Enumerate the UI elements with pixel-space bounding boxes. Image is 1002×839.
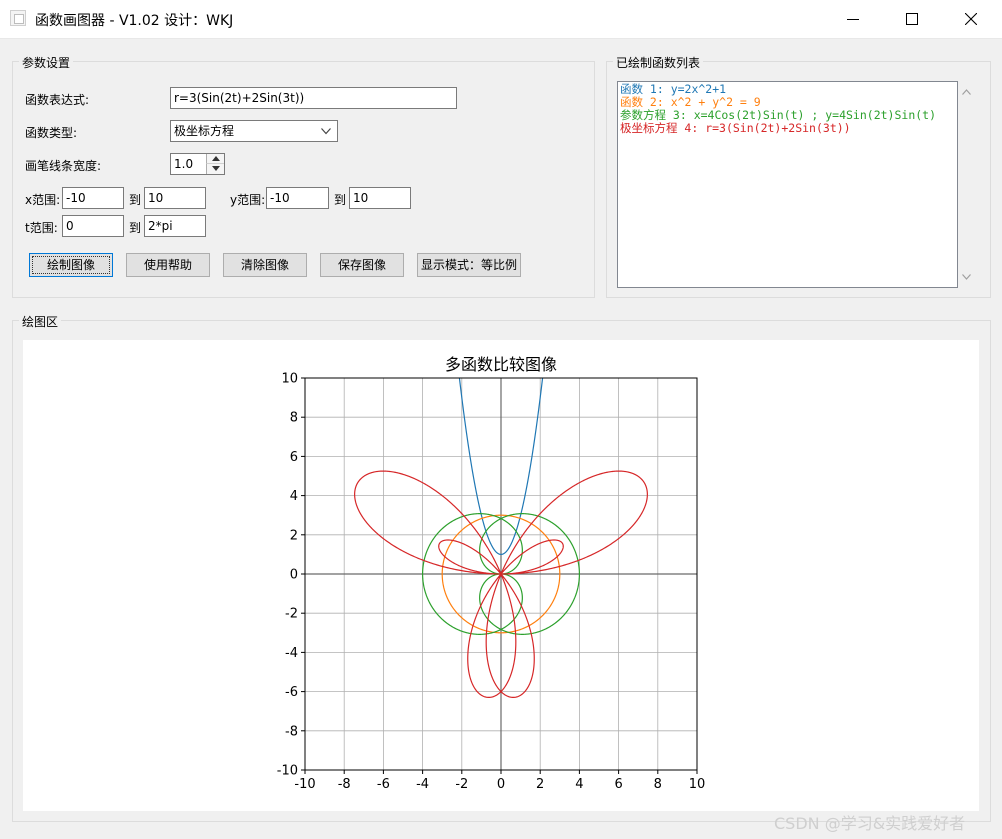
x-tick-label: -10	[294, 777, 315, 792]
y-tick-label: -10	[277, 764, 298, 779]
y-tick-label: -2	[285, 607, 298, 622]
x-tick-label: 8	[654, 777, 662, 792]
x-tick-label: -4	[416, 777, 429, 792]
y-tick-label: -8	[285, 724, 298, 739]
function-chart: -10 -8 -6 -4 -2 0 2 4 6 8 10 -10 -8 -6 -4 -2 0 2 4 6 8 10 多函数…	[277, 355, 706, 792]
triangle-down-icon	[212, 166, 220, 171]
draw-button[interactable]: 绘制图像	[29, 253, 113, 277]
close-icon	[965, 13, 977, 25]
function-list-title: 已绘制函数列表	[613, 54, 704, 71]
width-stepper[interactable]: 1.0	[170, 153, 225, 175]
title-bar: 函数画图器 - V1.02 设计：WKJ	[0, 0, 1002, 39]
watermark: CSDN @学习&实践爱好者	[774, 814, 966, 833]
x-to-label: 到	[129, 193, 142, 207]
spin-up-button[interactable]	[206, 154, 224, 164]
x-tick-label: 10	[689, 777, 706, 792]
app-icon	[10, 10, 26, 26]
width-label: 画笔线条宽度:	[25, 159, 102, 173]
minimize-icon	[847, 19, 859, 20]
x-tick-label: 2	[536, 777, 544, 792]
window-title: 函数画图器 - V1.02 设计：WKJ	[35, 13, 234, 29]
type-select[interactable]: 极坐标方程	[170, 120, 338, 142]
close-button[interactable]	[948, 0, 994, 38]
chevron-down-icon	[321, 128, 331, 135]
y-tick-label: 0	[290, 568, 298, 583]
x-tick-label: -6	[377, 777, 390, 792]
t-range-label: t范围:	[25, 221, 58, 235]
type-label: 函数类型:	[25, 126, 78, 140]
maximize-button[interactable]	[889, 0, 935, 38]
t-to-label: 到	[129, 221, 142, 235]
x-min-input[interactable]: -10	[62, 187, 124, 209]
t-max-input[interactable]: 2*pi	[144, 215, 206, 237]
y-tick-label: -6	[285, 685, 298, 700]
x-range-label: x范围:	[25, 193, 61, 207]
plot-canvas[interactable]: -10 -8 -6 -4 -2 0 2 4 6 8 10 -10 -8 -6 -4 -2 0 2 4 6 8 10 多函数…	[23, 340, 979, 811]
x-max-input[interactable]: 10	[144, 187, 206, 209]
y-tick-label: 2	[290, 528, 298, 543]
width-stepper-value: 1.0	[174, 157, 194, 171]
y-tick-label: 10	[281, 372, 298, 387]
y-to-label: 到	[334, 193, 347, 207]
chart-title: 多函数比较图像	[445, 355, 557, 374]
y-tick-label: 4	[290, 489, 298, 504]
y-tick-label: 6	[290, 450, 298, 465]
spin-down-button[interactable]	[206, 164, 224, 174]
y-max-input[interactable]: 10	[349, 187, 411, 209]
scroll-up-icon[interactable]	[962, 89, 971, 95]
save-button[interactable]: 保存图像	[320, 253, 404, 277]
plot-group-title: 绘图区	[19, 313, 62, 330]
params-group-title: 参数设置	[19, 54, 74, 71]
x-tick-label: 4	[575, 777, 583, 792]
display-mode-button[interactable]: 显示模式：等比例	[417, 253, 521, 277]
y-min-input[interactable]: -10	[266, 187, 329, 209]
x-tick-label: 0	[497, 777, 505, 792]
x-tick-label: -2	[455, 777, 468, 792]
list-scrollbar[interactable]	[958, 81, 975, 288]
help-button[interactable]: 使用帮助	[126, 253, 210, 277]
y-tick-label: -4	[285, 646, 298, 661]
triangle-up-icon	[212, 156, 220, 161]
scroll-down-icon[interactable]	[962, 274, 971, 280]
x-tick-label: -8	[338, 777, 351, 792]
y-range-label: y范围:	[230, 193, 266, 207]
clear-button[interactable]: 清除图像	[223, 253, 307, 277]
t-min-input[interactable]: 0	[62, 215, 124, 237]
type-select-value: 极坐标方程	[174, 124, 235, 138]
y-tick-label: 8	[290, 411, 298, 426]
expr-input[interactable]: r=3(Sin(2t)+2Sin(3t))	[170, 87, 457, 109]
x-tick-label: 6	[614, 777, 622, 792]
expr-label: 函数表达式:	[25, 93, 90, 107]
minimize-button[interactable]	[830, 0, 876, 38]
maximize-icon	[906, 13, 918, 25]
function-list-item[interactable]: 极坐标方程 4: r=3(Sin(2t)+2Sin(3t))	[620, 122, 851, 135]
function-list[interactable]: 函数 1: y=2x^2+1 函数 2: x^2 + y^2 = 9 参数方程 3:…	[617, 81, 958, 288]
